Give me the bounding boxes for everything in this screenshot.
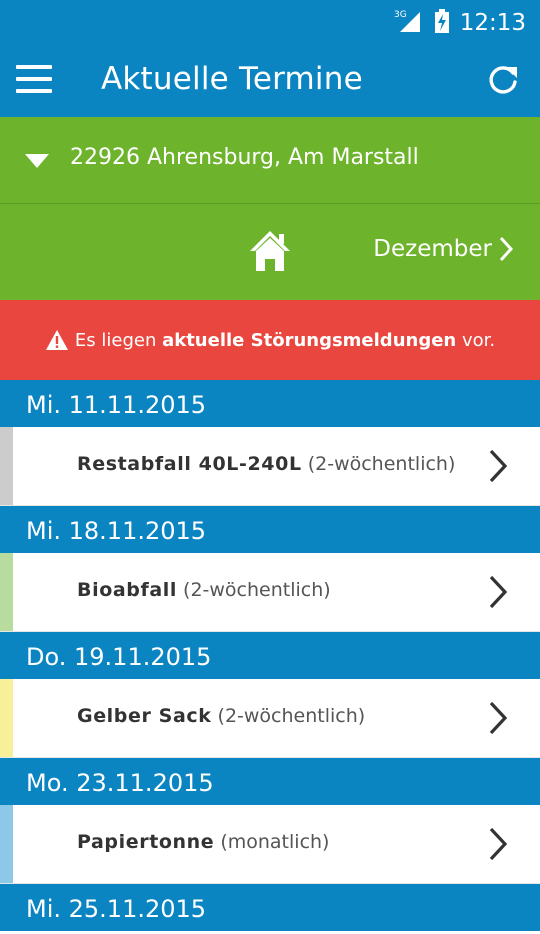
battery-charging-icon: [434, 8, 450, 38]
menu-icon: [16, 65, 52, 69]
status-time: 12:13: [459, 9, 526, 36]
page-title: Aktuelle Termine: [101, 61, 363, 97]
waste-type-color-bar: [0, 805, 13, 883]
refresh-icon: [489, 66, 517, 94]
chevron-right-icon: [489, 449, 508, 483]
chevron-right-icon: [489, 827, 508, 861]
date-header: Mi. 18.11.2015: [0, 506, 540, 553]
date-header: Mi. 11.11.2015: [0, 380, 540, 427]
menu-icon-line: [16, 89, 52, 93]
home-button[interactable]: [249, 229, 291, 277]
home-icon: [250, 231, 290, 271]
list-item-label: Papiertonne (monatlich): [77, 831, 330, 853]
month-navigation: Dezember: [0, 204, 540, 300]
menu-icon-line: [16, 77, 52, 81]
list-item[interactable]: Restabfall 40L-240L (2-wöchentlich): [0, 427, 540, 506]
network-signal-icon: 3G: [394, 8, 424, 38]
chevron-right-icon: [499, 236, 514, 262]
list-item[interactable]: Bioabfall (2-wöchentlich): [0, 553, 540, 632]
menu-button[interactable]: [16, 65, 52, 95]
alert-text-bold: aktuelle Störungsmeldungen: [162, 329, 457, 351]
refresh-button[interactable]: [486, 63, 520, 97]
address-selector[interactable]: 22926 Ahrensburg, Am Marstall: [0, 117, 540, 203]
next-month-label: Dezember: [373, 236, 492, 262]
list-item[interactable]: Papiertonne (monatlich): [0, 805, 540, 884]
chevron-right-icon: [489, 701, 508, 735]
date-header: Do. 19.11.2015: [0, 632, 540, 679]
dropdown-triangle-icon: [25, 154, 49, 168]
app-bar: Aktuelle Termine: [0, 45, 540, 117]
waste-type-color-bar: [0, 553, 13, 631]
list-item-label: Restabfall 40L-240L (2-wöchentlich): [77, 453, 456, 475]
warning-icon: [45, 330, 68, 350]
list-item-label: Gelber Sack (2-wöchentlich): [77, 705, 366, 727]
schedule-list: Mi. 11.11.2015 Restabfall 40L-240L (2-wö…: [0, 380, 540, 931]
list-item-label: Bioabfall (2-wöchentlich): [77, 579, 331, 601]
address-label: 22926 Ahrensburg, Am Marstall: [70, 145, 419, 170]
alert-text: Es liegen aktuelle Störungsmeldungen vor…: [74, 329, 496, 351]
list-item[interactable]: Gelber Sack (2-wöchentlich): [0, 679, 540, 758]
date-header: Mo. 23.11.2015: [0, 758, 540, 805]
disruption-alert[interactable]: Es liegen aktuelle Störungsmeldungen vor…: [0, 300, 540, 380]
chevron-right-icon: [489, 575, 508, 609]
next-month-button[interactable]: Dezember: [373, 236, 514, 262]
waste-type-color-bar: [0, 679, 13, 757]
status-bar: 3G 12:13: [0, 0, 540, 45]
waste-type-color-bar: [0, 427, 13, 505]
svg-text:3G: 3G: [394, 10, 407, 20]
date-header: Mi. 25.11.2015: [0, 884, 540, 931]
